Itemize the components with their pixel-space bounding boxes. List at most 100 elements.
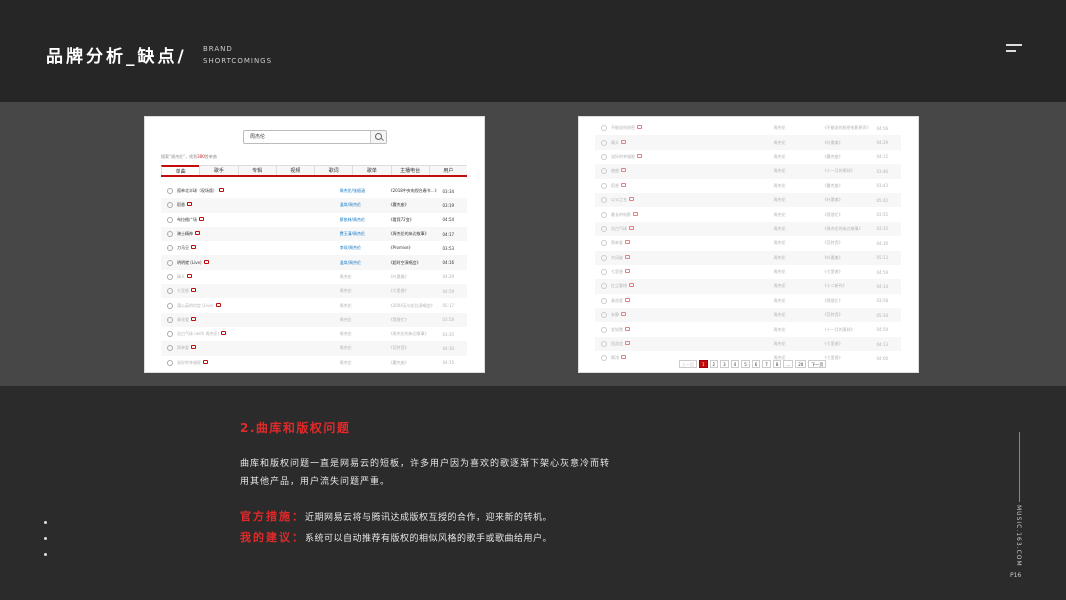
song-name[interactable]: 简单爱 (177, 345, 340, 351)
song-artist[interactable]: 周杰伦/张韶涵 (340, 188, 389, 194)
song-album[interactable]: 《叶惠美》 (389, 274, 443, 280)
mv-icon[interactable] (625, 297, 630, 302)
table-row[interactable]: 安静 周杰伦 《范特西》 05:34 (595, 308, 901, 323)
song-artist[interactable]: 李玟/周杰伦 (340, 245, 389, 251)
play-icon[interactable] (167, 273, 173, 280)
song-artist[interactable]: 周杰伦 (340, 331, 389, 337)
play-icon[interactable] (601, 269, 607, 276)
play-icon[interactable] (601, 211, 607, 218)
song-artist[interactable]: 周杰伦 (774, 312, 823, 318)
mv-icon[interactable] (625, 326, 630, 331)
song-album[interactable]: 《十一月的萧邦》 (823, 327, 877, 333)
song-album[interactable]: 《七里香》 (823, 341, 877, 347)
table-row[interactable]: 骑士精神 费玉清/周杰伦 《周杰伦的床边故事》 04:17 (161, 226, 467, 242)
play-icon[interactable] (601, 283, 607, 290)
mv-icon[interactable] (625, 341, 630, 346)
song-album[interactable]: 《周杰伦的床边故事》 (389, 231, 443, 237)
song-artist[interactable]: 周杰伦 (774, 283, 823, 289)
song-name[interactable]: 晴天 (177, 273, 340, 280)
table-row[interactable]: 园游会 周杰伦 《七里香》 04:13 (595, 336, 901, 352)
mv-icon[interactable] (187, 202, 192, 207)
song-artist[interactable]: 周杰伦 (340, 360, 389, 366)
song-album[interactable]: 《不能说的秘密电影原声》 (823, 125, 877, 131)
mv-icon[interactable] (621, 182, 626, 187)
play-icon[interactable] (601, 182, 607, 189)
mv-icon[interactable] (637, 153, 642, 158)
page-button[interactable]: ... (783, 360, 794, 368)
song-name[interactable]: 说好的幸福呢 (611, 153, 774, 160)
song-artist[interactable]: 周杰伦 (774, 226, 823, 232)
song-album[interactable]: 《周杰伦的床边故事》 (823, 226, 877, 232)
mv-icon[interactable] (215, 302, 221, 307)
page-button[interactable]: 7 (762, 360, 771, 368)
search-icon[interactable] (370, 131, 386, 143)
play-icon[interactable] (167, 188, 173, 195)
song-album[interactable]: 《七里香》 (823, 355, 877, 361)
song-name[interactable]: 夜曲 (611, 168, 774, 174)
table-row[interactable]: 不能说的秘密 周杰伦 《不能说的秘密电影原声》 04:56 (595, 121, 901, 135)
song-album[interactable]: 《我很忙》 (823, 212, 877, 218)
play-icon[interactable] (167, 216, 173, 223)
table-row[interactable]: 青花瓷 周杰伦 《我很忙》 03:58 (595, 294, 901, 308)
play-icon[interactable] (601, 197, 607, 204)
table-row[interactable]: 发如雪 周杰伦 《十一月的萧邦》 04:59 (595, 322, 901, 336)
mv-icon[interactable] (637, 125, 642, 130)
song-name[interactable]: 七里香 (177, 288, 340, 294)
song-name[interactable]: 园游会 (611, 341, 774, 347)
song-artist[interactable]: 周杰伦 (774, 298, 823, 304)
song-artist[interactable]: 周杰伦 (774, 341, 823, 347)
page-button[interactable]: 上一页 (679, 360, 697, 368)
song-name[interactable]: 布拉格广场 (177, 216, 340, 223)
mv-icon[interactable] (187, 273, 192, 278)
song-name[interactable]: 安静 (611, 312, 774, 318)
table-row[interactable]: 说好的幸福呢 周杰伦 《魔杰座》 04:15 (161, 356, 467, 370)
table-row[interactable]: 刀马旦 李玟/周杰伦 《Promise》 03:53 (161, 241, 467, 255)
play-icon[interactable] (167, 359, 173, 366)
song-album[interactable]: 《十二新作》 (823, 283, 877, 289)
play-icon[interactable] (167, 288, 173, 295)
tab-item[interactable]: 歌手 (199, 165, 238, 175)
play-icon[interactable] (601, 139, 607, 146)
song-album[interactable]: 《我很忙》 (389, 317, 443, 323)
song-album[interactable]: 《七里香》 (823, 269, 877, 275)
song-artist[interactable]: 周杰伦 (774, 183, 823, 189)
table-row[interactable]: 蒲公英的约定 (Live) 周杰伦 《2004无与伦比演唱会》 05:17 (161, 298, 467, 312)
song-album[interactable]: 《叶惠美》 (823, 140, 877, 146)
table-row[interactable]: 说好的幸福呢 周杰伦 《魔杰座》 04:15 (595, 150, 901, 164)
song-album[interactable]: 《魔杰座》 (389, 360, 443, 366)
song-artist[interactable]: 费玉清/周杰伦 (340, 231, 389, 237)
page-button[interactable]: 3 (720, 360, 729, 368)
play-icon[interactable] (167, 345, 173, 352)
song-album[interactable]: 《七里香》 (389, 288, 443, 294)
song-artist[interactable]: 周杰伦 (774, 168, 823, 174)
table-row[interactable]: 夜曲 周杰伦 《十一月的萧邦》 03:46 (595, 164, 901, 179)
tab-item[interactable]: 歌单 (352, 165, 391, 175)
song-name[interactable]: 说好的幸福呢 (177, 359, 340, 366)
table-row[interactable]: 简单爱 周杰伦 《范特西》 04:30 (161, 341, 467, 356)
search-input[interactable]: 周杰伦 (243, 130, 387, 144)
song-name[interactable]: 不能说的秘密 (611, 125, 774, 131)
song-album[interactable]: 《魔杰座》 (823, 154, 877, 160)
song-album[interactable]: 《叶惠美》 (823, 197, 877, 203)
page-button[interactable]: 6 (751, 360, 761, 368)
table-row[interactable]: 东风破 周杰伦 《叶惠美》 05:13 (595, 250, 901, 265)
song-album[interactable]: 《Promise》 (389, 245, 443, 251)
song-album[interactable]: 《范特西》 (389, 345, 443, 351)
mv-icon[interactable] (191, 288, 196, 293)
mv-icon[interactable] (629, 225, 634, 230)
song-artist[interactable]: 蔡依林/周杰伦 (340, 217, 389, 223)
table-row[interactable]: 稻香 温岚/周杰伦 《魔杰座》 03:19 (161, 198, 467, 213)
mv-icon[interactable] (203, 359, 208, 364)
song-name[interactable]: 以父之名 (611, 197, 774, 203)
play-icon[interactable] (601, 326, 607, 333)
play-icon[interactable] (601, 341, 607, 348)
song-album[interactable]: 《魔杰座》 (823, 183, 877, 189)
mv-icon[interactable] (625, 254, 630, 259)
tab-item[interactable]: 视频 (275, 165, 314, 175)
page-button[interactable]: 1 (699, 360, 708, 368)
page-button[interactable]: 8 (772, 360, 782, 368)
song-artist[interactable]: 周杰伦 (774, 154, 823, 160)
song-name[interactable]: 东风破 (611, 254, 774, 261)
tab-item[interactable]: 用户 (428, 165, 467, 175)
song-artist[interactable]: 温岚/周杰伦 (340, 202, 389, 208)
